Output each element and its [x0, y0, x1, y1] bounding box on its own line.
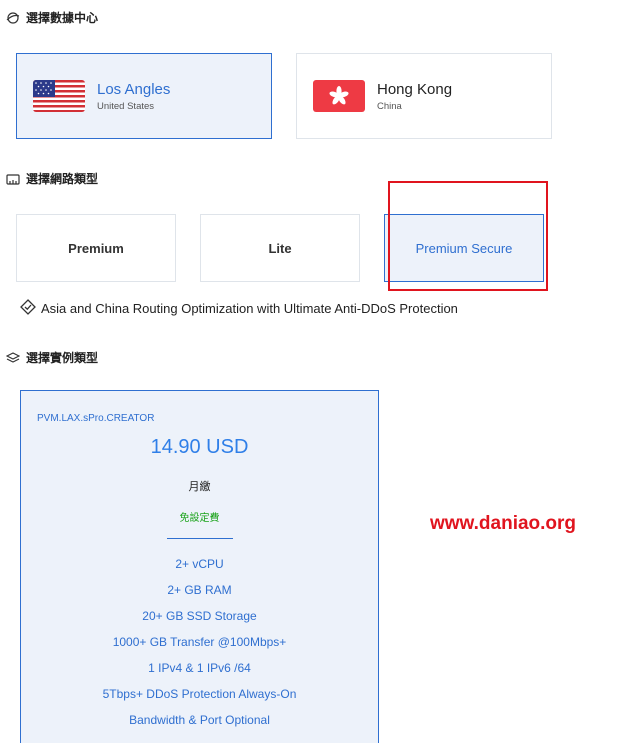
plan-feature: 2+ GB RAM [167, 583, 232, 597]
plan-feature: 5Tbps+ DDoS Protection Always-On [102, 687, 297, 701]
network-option-label: Premium [68, 240, 124, 256]
network-section-title: 選擇網路類型 [6, 170, 98, 187]
highlight-annotation-box [388, 181, 548, 291]
plan-card[interactable]: PVM.LAX.sPro.CREATOR 14.90 USD 月繳 免設定費 2… [20, 390, 379, 743]
datacenter-section-title: 選擇數據中心 [6, 9, 98, 26]
datacenter-option-los-angles[interactable]: Los Angles United States [16, 53, 272, 139]
network-option-premium[interactable]: Premium [16, 214, 176, 282]
plan-feature: Bandwidth & Port Optional [129, 713, 270, 727]
shield-check-icon [19, 298, 37, 319]
us-flag-icon [33, 80, 85, 112]
plan-feature: 1000+ GB Transfer @100Mbps+ [112, 635, 287, 649]
datacenter-title-text: 選擇數據中心 [26, 11, 99, 25]
network-description: Asia and China Routing Optimization with… [19, 298, 458, 319]
network-title-text: 選擇網路類型 [26, 172, 99, 186]
plan-feature: 20+ GB SSD Storage [142, 609, 257, 623]
datacenter-name: Hong Kong [377, 80, 453, 98]
plan-price: 14.90 USD [150, 436, 249, 458]
instance-title-text: 選擇實例類型 [26, 351, 99, 365]
plan-feature: 1 IPv4 & 1 IPv6 /64 [148, 661, 251, 675]
plan-code: PVM.LAX.sPro.CREATOR [37, 413, 155, 424]
network-description-text: Asia and China Routing Optimization with… [41, 301, 458, 316]
network-option-lite[interactable]: Lite [200, 214, 360, 282]
network-option-label: Lite [268, 240, 292, 256]
instance-section-title: 選擇實例類型 [6, 349, 98, 366]
datacenter-name: Los Angles [97, 80, 171, 98]
plan-divider [167, 538, 233, 539]
plan-billing-period: 月繳 [188, 481, 211, 493]
watermark-text: www.daniao.org [430, 513, 577, 534]
plan-setup-fee: 免設定費 [179, 513, 220, 524]
layers-icon [6, 351, 20, 365]
plan-feature: 2+ vCPU [175, 557, 224, 571]
globe-icon [6, 11, 20, 25]
hk-flag-icon [313, 80, 365, 112]
datacenter-country: United States [97, 100, 155, 112]
datacenter-country: China [377, 100, 402, 112]
datacenter-option-hong-kong[interactable]: Hong Kong China [296, 53, 552, 139]
network-icon [6, 172, 20, 186]
